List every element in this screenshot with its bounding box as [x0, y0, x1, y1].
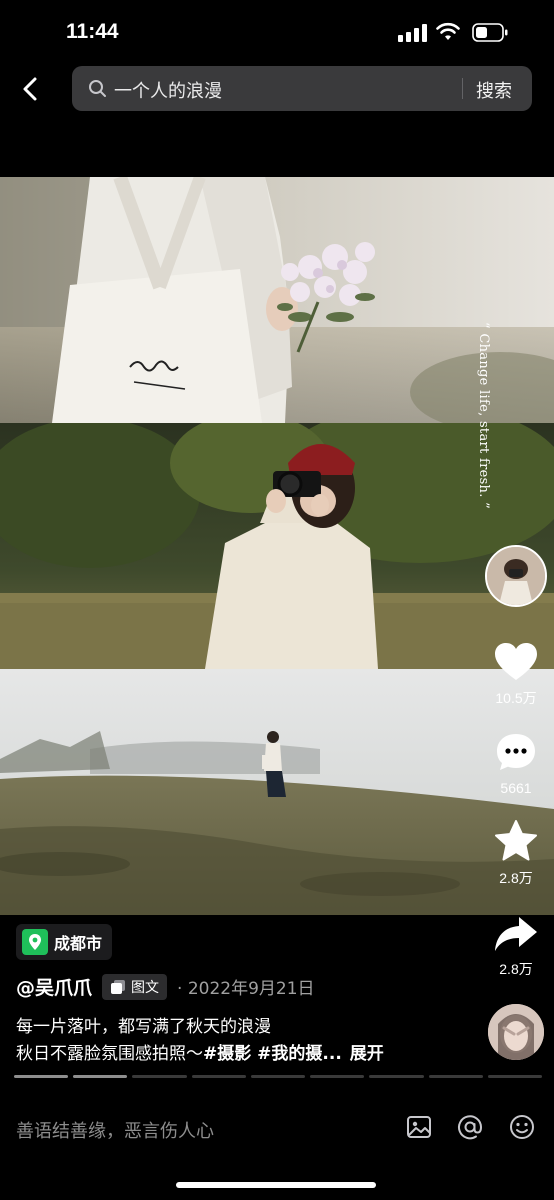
progress-segment — [14, 1075, 69, 1078]
wifi-icon — [436, 22, 460, 40]
status-bar: 11:44 — [0, 0, 554, 62]
share-icon — [495, 917, 537, 951]
search-icon — [89, 80, 106, 97]
post-type-label: 图文 — [131, 979, 160, 996]
gallery-icon — [111, 979, 126, 994]
location-pin-icon — [22, 929, 48, 955]
location-tag[interactable]: 成都市 — [16, 924, 113, 960]
author-avatar[interactable] — [485, 545, 547, 607]
post-image[interactable] — [0, 423, 554, 669]
progress-segment — [132, 1075, 187, 1078]
caption-line-1: 每一片落叶，都写满了秋天的浪漫 — [16, 1017, 271, 1037]
post-image[interactable] — [0, 177, 554, 423]
progress-segment — [487, 1075, 542, 1078]
favorite-count: 2.8万 — [499, 870, 533, 886]
image-progress-indicator — [14, 1075, 542, 1079]
at-icon[interactable] — [456, 1113, 484, 1141]
comment-count: 5661 — [500, 780, 532, 796]
post-type-badge: 图文 — [102, 973, 168, 1000]
battery-icon — [472, 23, 508, 42]
caption-line-2: 秋日不露脸氛围感拍照～#摄影 #我的摄... 展开 — [16, 1039, 384, 1064]
caption-text: 秋日不露脸氛围感拍照～ — [16, 1044, 203, 1064]
comment-button[interactable]: 5661 — [486, 732, 546, 796]
comment-input[interactable]: 善语结善缘，恶言伤人心 — [16, 1117, 214, 1143]
music-avatar[interactable] — [488, 1004, 544, 1060]
like-button[interactable]: 10.5万 — [486, 642, 546, 708]
search-query: 一个人的浪漫 — [114, 81, 222, 102]
avatar-image — [487, 547, 545, 605]
back-icon — [23, 77, 37, 101]
image-icon[interactable] — [405, 1113, 433, 1141]
share-button[interactable]: 2.8万 — [486, 915, 546, 979]
expand-button[interactable]: 展开 — [350, 1044, 384, 1064]
author-name[interactable]: @吴爪爪 — [16, 973, 92, 1000]
like-count: 10.5万 — [495, 690, 537, 706]
caption-hashtags[interactable]: #摄影 #我的摄... — [203, 1044, 342, 1064]
progress-segment — [250, 1075, 306, 1078]
back-button[interactable] — [14, 72, 48, 106]
author-line: @吴爪爪 图文 · 2022年9月21日 — [16, 973, 315, 1000]
progress-segment — [73, 1075, 128, 1078]
post-date: · 2022年9月21日 — [177, 979, 315, 999]
progress-segment — [310, 1075, 365, 1078]
home-indicator[interactable] — [176, 1182, 376, 1188]
music-avatar-image — [488, 1004, 544, 1060]
emoji-icon[interactable] — [508, 1113, 536, 1141]
progress-segment — [369, 1075, 424, 1078]
status-time: 11:44 — [66, 20, 119, 43]
cellular-signal-icon — [398, 24, 427, 42]
search-input[interactable]: 一个人的浪漫 搜索 — [72, 66, 532, 111]
progress-segment — [191, 1075, 246, 1078]
heart-icon — [495, 643, 537, 680]
search-divider — [462, 78, 463, 99]
share-count: 2.8万 — [499, 961, 533, 977]
favorite-button[interactable]: 2.8万 — [486, 820, 546, 888]
location-label: 成都市 — [54, 934, 103, 953]
overlay-quote: “ Change life, start fresh. ” — [476, 322, 491, 510]
star-icon — [495, 820, 537, 861]
search-button[interactable]: 搜索 — [476, 77, 512, 103]
post-image[interactable] — [0, 669, 554, 915]
progress-segment — [428, 1075, 483, 1078]
comment-icon — [497, 734, 535, 770]
